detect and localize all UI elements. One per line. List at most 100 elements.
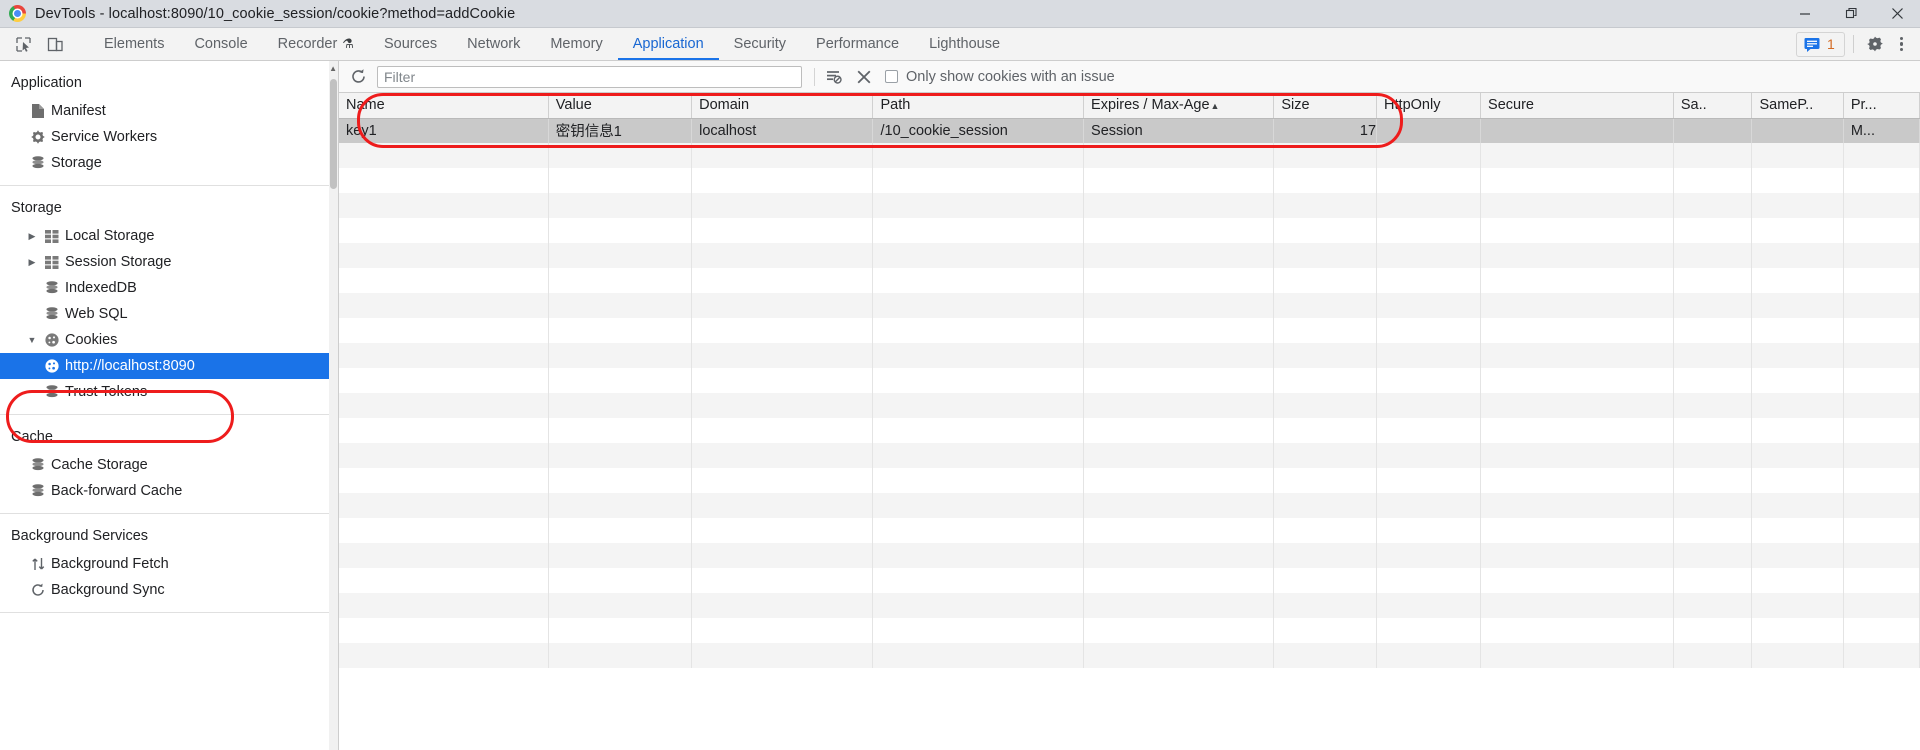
sort-ascending-icon: ▲ — [1210, 101, 1220, 112]
column-header-samesite[interactable]: Sa.. — [1673, 93, 1753, 119]
chevron-right-icon[interactable]: ▶ — [25, 231, 39, 242]
only-issues-checkbox[interactable] — [885, 70, 898, 83]
column-header-path[interactable]: Path — [872, 93, 1085, 119]
window-title: DevTools - localhost:8090/10_cookie_sess… — [35, 5, 516, 22]
minimize-button[interactable] — [1782, 0, 1828, 28]
empty-row — [339, 443, 1920, 468]
empty-row — [339, 643, 1920, 668]
maximize-restore-button[interactable] — [1828, 0, 1874, 28]
sidebar-item-label: http://localhost:8090 — [65, 358, 195, 374]
empty-row — [339, 243, 1920, 268]
empty-row — [339, 618, 1920, 643]
column-header-domain[interactable]: Domain — [691, 93, 874, 119]
tab-network[interactable]: Network — [452, 28, 535, 60]
scrollbar-thumb[interactable] — [330, 79, 337, 189]
table-body: key1 密钥信息1 localhost /10_cookie_session … — [339, 118, 1920, 668]
close-button[interactable] — [1874, 0, 1920, 28]
experiment-flask-icon: ⚗ — [342, 36, 354, 51]
sidebar-item-back-forward-cache[interactable]: Back-forward Cache — [0, 478, 338, 504]
column-header-httponly[interactable]: HttpOnly — [1376, 93, 1482, 119]
tab-label: Network — [467, 36, 521, 52]
inspect-cursor-icon[interactable] — [10, 31, 37, 57]
empty-row — [339, 143, 1920, 168]
empty-row — [339, 343, 1920, 368]
section-title: Application — [11, 75, 82, 91]
tab-console[interactable]: Console — [179, 28, 262, 60]
header-label: HttpOnly — [1384, 97, 1441, 114]
document-icon — [25, 103, 51, 119]
only-issues-checkbox-row[interactable]: Only show cookies with an issue — [885, 69, 1115, 85]
window-titlebar: DevTools - localhost:8090/10_cookie_sess… — [0, 0, 1920, 28]
sidebar-item-manifest[interactable]: Manifest — [0, 98, 338, 124]
column-header-size[interactable]: Size — [1273, 93, 1378, 119]
column-header-sameparty[interactable]: SameP.. — [1751, 93, 1844, 119]
header-label: Sa.. — [1680, 97, 1707, 114]
sidebar-item-label: Trust Tokens — [65, 384, 148, 400]
cookies-toolbar: Only show cookies with an issue — [339, 61, 1920, 93]
empty-row — [339, 468, 1920, 493]
window-controls — [1782, 0, 1920, 28]
tab-label: Lighthouse — [929, 36, 1001, 52]
cookie-icon — [39, 332, 65, 348]
chevron-down-icon[interactable]: ▼ — [25, 335, 39, 345]
tab-lighthouse[interactable]: Lighthouse — [914, 28, 1015, 60]
cell-value: 密钥信息1 — [548, 118, 693, 143]
sidebar-item-label: Web SQL — [65, 306, 128, 322]
cell-expires: Session — [1083, 118, 1275, 143]
only-issues-label: Only show cookies with an issue — [906, 68, 1115, 85]
sidebar-item-web-sql[interactable]: Web SQL — [0, 301, 338, 327]
sidebar-item-cookie-origin[interactable]: http://localhost:8090 — [0, 353, 338, 379]
header-label: Value — [555, 97, 592, 114]
sidebar-item-indexeddb[interactable]: IndexedDB — [0, 275, 338, 301]
table-row[interactable]: key1 密钥信息1 localhost /10_cookie_session … — [339, 118, 1920, 143]
database-icon — [39, 280, 65, 296]
tab-recorder[interactable]: Recorder ⚗ — [263, 28, 369, 60]
tab-label: Application — [632, 36, 704, 52]
message-count: 1 — [1827, 36, 1835, 52]
sidebar-item-service-workers[interactable]: Service Workers — [0, 124, 338, 150]
column-header-priority[interactable]: Pr... — [1843, 93, 1920, 119]
clear-filter-icon[interactable] — [819, 64, 849, 90]
table-grid-icon — [39, 229, 65, 243]
tab-security[interactable]: Security — [719, 28, 801, 60]
tab-elements[interactable]: Elements — [89, 28, 179, 60]
sidebar-item-label: Session Storage — [65, 254, 172, 270]
sidebar-item-session-storage[interactable]: ▶ Session Storage — [0, 249, 338, 275]
tab-application[interactable]: Application — [617, 28, 719, 60]
message-count-badge[interactable]: 1 — [1796, 31, 1845, 57]
column-header-name[interactable]: Name — [339, 93, 549, 119]
devtools-tabstrip: Elements Console Recorder ⚗ Sources Netw… — [0, 28, 1920, 61]
cell-secure — [1480, 118, 1674, 143]
device-toolbar-icon[interactable] — [42, 31, 69, 57]
sidebar-item-label: Cache Storage — [51, 457, 148, 473]
sidebar-scrollbar[interactable]: ▲ — [329, 61, 338, 750]
chevron-right-icon[interactable]: ▶ — [25, 257, 39, 268]
sidebar-item-trust-tokens[interactable]: Trust Tokens — [0, 379, 338, 405]
gear-icon[interactable] — [1862, 31, 1889, 57]
table-header: Name Value Domain Path Expires / Max-Age… — [339, 93, 1920, 119]
sidebar-item-cache-storage[interactable]: Cache Storage — [0, 452, 338, 478]
sidebar-item-local-storage[interactable]: ▶ Local Storage — [0, 223, 338, 249]
tab-performance[interactable]: Performance — [801, 28, 914, 60]
sidebar-item-background-fetch[interactable]: Background Fetch — [0, 551, 338, 577]
cell-httponly — [1376, 118, 1482, 143]
sidebar-item-storage[interactable]: Storage — [0, 150, 338, 176]
tab-label: Recorder — [277, 36, 338, 52]
filter-input[interactable] — [377, 65, 802, 88]
sidebar-item-background-sync[interactable]: Background Sync — [0, 577, 338, 603]
right-divider — [1852, 35, 1854, 53]
cell-samesite — [1673, 118, 1753, 143]
sidebar-item-cookies[interactable]: ▼ Cookies — [0, 327, 338, 353]
more-vertical-icon[interactable] — [1891, 36, 1912, 52]
column-header-secure[interactable]: Secure — [1480, 93, 1674, 119]
column-header-expires[interactable]: Expires / Max-Age▲ — [1083, 93, 1275, 119]
tab-memory[interactable]: Memory — [535, 28, 617, 60]
cell-sameparty — [1751, 118, 1844, 143]
section-title: Storage — [11, 200, 62, 216]
column-header-value[interactable]: Value — [548, 93, 693, 119]
refresh-icon[interactable] — [343, 64, 373, 90]
scroll-up-arrow-icon[interactable]: ▲ — [329, 64, 337, 73]
delete-all-cookies-icon[interactable] — [849, 64, 879, 90]
tab-sources[interactable]: Sources — [369, 28, 452, 60]
tab-label: Security — [733, 36, 787, 52]
